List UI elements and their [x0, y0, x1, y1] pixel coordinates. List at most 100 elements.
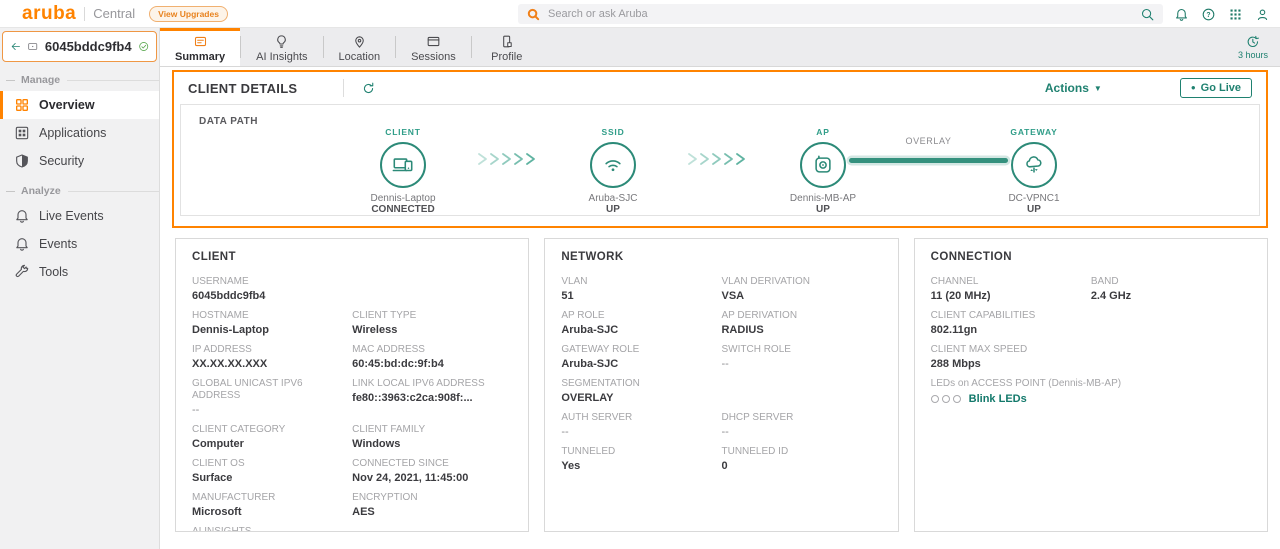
- help-icon[interactable]: ?: [1201, 7, 1216, 22]
- search-icon[interactable]: [1140, 7, 1155, 22]
- card-network: NETWORK VLAN 51 VLAN DERIVATION VSA AP R…: [544, 238, 898, 532]
- apps-grid-icon[interactable]: [1228, 7, 1243, 22]
- field-band: BAND 2.4 GHz: [1091, 276, 1251, 303]
- sidebar-item-overview[interactable]: Overview: [0, 91, 159, 119]
- node-type-label: SSID: [543, 127, 683, 137]
- tab-summary[interactable]: Summary: [160, 28, 240, 66]
- field-connected-since: CONNECTED SINCE Nov 24, 2021, 11:45:00: [352, 458, 512, 485]
- field-hostname: HOSTNAME Dennis-Laptop: [192, 310, 352, 337]
- go-live-button[interactable]: ● Go Live: [1180, 78, 1252, 98]
- sidebar-nav: Manage OverviewApplicationsSecurity Analyz…: [0, 74, 159, 286]
- field-ip-address: IP ADDRESS XX.XX.XX.XXX: [192, 344, 352, 371]
- path-chevrons-icon: [686, 152, 750, 166]
- status-check-icon: [138, 40, 149, 53]
- view-upgrades-badge[interactable]: View Upgrades: [149, 6, 228, 22]
- summary-icon: [193, 34, 208, 49]
- svg-text:?: ?: [1206, 12, 1210, 19]
- sidebar-section-analyze: Analyze: [0, 185, 159, 197]
- profile-icon: [499, 34, 514, 49]
- data-path-label: DATA PATH: [199, 116, 258, 127]
- card-title: CONNECTION: [931, 251, 1251, 263]
- node-type-label: AP: [753, 127, 893, 137]
- field-row: SEGMENTATION OVERLAY: [561, 378, 881, 405]
- tab-profile[interactable]: Profile: [472, 28, 542, 66]
- field-global-unicast-ipv6-address: GLOBAL UNICAST IPV6 ADDRESS --: [192, 378, 352, 417]
- data-path-box: DATA PATH OVERLAY CLIENT Dennis-Laptop C…: [180, 104, 1260, 216]
- time-range-label: 3 hours: [1238, 50, 1268, 60]
- node-circle[interactable]: [800, 142, 846, 188]
- ssid-node-icon: [602, 154, 624, 176]
- sessions-icon: [426, 34, 441, 49]
- field-row: CLIENT CAPABILITIES 802.11gn: [931, 310, 1251, 337]
- card-title: NETWORK: [561, 251, 881, 263]
- time-range-selector[interactable]: 3 hours: [1238, 28, 1268, 66]
- node-circle[interactable]: [380, 142, 426, 188]
- data-path-node-ap[interactable]: AP Dennis-MB-AP UP: [753, 127, 893, 215]
- refresh-icon[interactable]: [361, 81, 376, 96]
- back-arrow-icon[interactable]: [10, 40, 21, 53]
- field-client-family: CLIENT FAMILY Windows: [352, 424, 512, 451]
- panel-divider: [343, 79, 344, 97]
- sidebar-item-tools[interactable]: Tools: [0, 258, 159, 286]
- device-header: 6045bddc9fb4: [2, 31, 157, 62]
- location-icon: [352, 34, 367, 49]
- field-row: VLAN 51 VLAN DERIVATION VSA: [561, 276, 881, 303]
- led-icon: [931, 395, 939, 403]
- field-encryption: ENCRYPTION AES: [352, 492, 512, 519]
- sidebar-item-applications[interactable]: Applications: [0, 119, 159, 147]
- user-account-icon[interactable]: [1255, 7, 1270, 22]
- field-switch-role: SWITCH ROLE --: [721, 344, 881, 371]
- notifications-bell-icon[interactable]: [1174, 7, 1189, 22]
- global-search[interactable]: [518, 4, 1163, 24]
- led-icon: [953, 395, 961, 403]
- live-dot-icon: ●: [1191, 84, 1196, 92]
- overlay-link-line: [849, 158, 1008, 163]
- cards-row: CLIENT USERNAME 6045bddc9fb4 HOSTNAME De…: [175, 238, 1268, 532]
- data-path-node-ssid[interactable]: SSID Aruba-SJC UP: [543, 127, 683, 215]
- chevron-down-icon: ▼: [1094, 84, 1102, 93]
- client-node-icon: [392, 154, 414, 176]
- node-status: UP: [543, 204, 683, 215]
- field-auth-server: AUTH SERVER --: [561, 412, 721, 439]
- node-circle[interactable]: [1011, 142, 1057, 188]
- field-tunneled-id: TUNNELED ID 0: [721, 446, 881, 473]
- overview-icon: [14, 97, 30, 113]
- product-name: Central: [93, 6, 135, 21]
- field-tunneled: TUNNELED Yes: [561, 446, 721, 473]
- tab-location[interactable]: Location: [324, 28, 396, 66]
- field-client-max-speed: CLIENT MAX SPEED 288 Mbps: [931, 344, 1091, 371]
- node-name: Dennis-MB-AP: [753, 193, 893, 204]
- search-input[interactable]: [548, 8, 1140, 20]
- sidebar-item-events[interactable]: Events: [0, 230, 159, 258]
- node-name: DC-VPNC1: [964, 193, 1104, 204]
- sidebar-item-live-events[interactable]: Live Events: [0, 202, 159, 230]
- led-icon: [942, 395, 950, 403]
- tabs: SummaryAI InsightsLocationSessionsProfil…: [160, 28, 542, 66]
- tab-sessions[interactable]: Sessions: [396, 28, 471, 66]
- history-clock-icon: [1245, 34, 1260, 49]
- card-title: CLIENT: [192, 251, 512, 263]
- data-path-node-gateway[interactable]: GATEWAY DC-VPNC1 UP: [964, 127, 1104, 215]
- tab-ai-insights[interactable]: AI Insights: [241, 28, 322, 66]
- field-row: MANUFACTURER Microsoft ENCRYPTION AES: [192, 492, 512, 519]
- field-row: CHANNEL 11 (20 MHz) BAND 2.4 GHz: [931, 276, 1251, 303]
- field-client-type: CLIENT TYPE Wireless: [352, 310, 512, 337]
- field-row: CLIENT OS Surface CONNECTED SINCE Nov 24…: [192, 458, 512, 485]
- blink-leds-link[interactable]: Blink LEDs: [969, 393, 1027, 405]
- sidebar-item-security[interactable]: Security: [0, 147, 159, 175]
- tab-bar: SummaryAI InsightsLocationSessionsProfil…: [160, 28, 1280, 67]
- field-gateway-role: GATEWAY ROLE Aruba-SJC: [561, 344, 721, 371]
- actions-dropdown[interactable]: Actions ▼: [1045, 81, 1102, 95]
- client-details-panel: CLIENT DETAILS Actions ▼ ● Go Live DATA …: [172, 70, 1268, 228]
- node-status: CONNECTED: [333, 204, 473, 215]
- field-mac-address: MAC ADDRESS 60:45:bd:dc:9f:b4: [352, 344, 512, 371]
- main-content: CLIENT DETAILS Actions ▼ ● Go Live DATA …: [160, 67, 1280, 549]
- field-row: TUNNELED Yes TUNNELED ID 0: [561, 446, 881, 473]
- node-circle[interactable]: [590, 142, 636, 188]
- field-client-capabilities: CLIENT CAPABILITIES 802.11gn: [931, 310, 1091, 337]
- data-path-node-client[interactable]: CLIENT Dennis-Laptop CONNECTED: [333, 127, 473, 215]
- aruba-mark-icon: [526, 7, 541, 22]
- field-row: AI INSIGHTS 000: [192, 526, 512, 532]
- field-ai-insights: AI INSIGHTS 000: [192, 526, 512, 532]
- sidebar-section-manage: Manage: [0, 74, 159, 86]
